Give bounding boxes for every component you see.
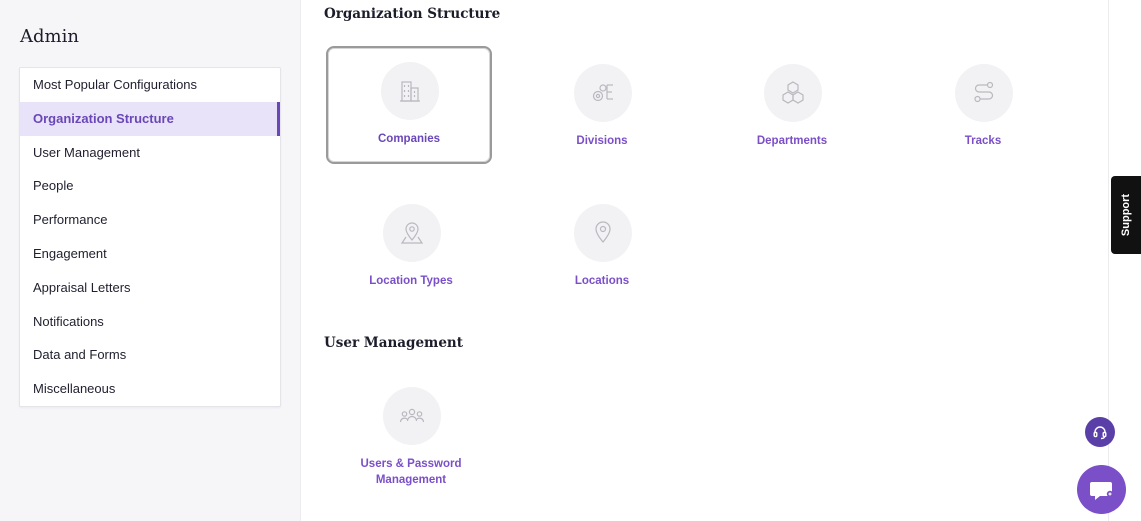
menu-item-performance[interactable]: Performance <box>20 203 280 237</box>
tile-label: Locations <box>574 275 630 287</box>
left-pane: Admin Most Popular Configurations Organi… <box>0 0 300 521</box>
tile-icon-circle <box>383 387 441 445</box>
tile-locations[interactable]: Locations <box>519 188 685 306</box>
tile-label: Divisions <box>576 135 628 147</box>
tile-label: Tracks <box>964 135 1002 147</box>
tile-icon-circle <box>381 62 439 120</box>
tile-users-password-management[interactable]: Users & Password Management <box>328 371 494 495</box>
chat-icon <box>1089 481 1113 500</box>
tile-label: Location Types <box>369 275 453 287</box>
map-pin-icon <box>400 222 424 244</box>
chat-button[interactable] <box>1077 465 1126 514</box>
gears-icon <box>592 84 613 102</box>
menu-item-most-popular[interactable]: Most Popular Configurations <box>20 68 280 102</box>
support-tab[interactable]: Support <box>1111 176 1141 254</box>
headset-button[interactable] <box>1085 417 1115 447</box>
page-title: Admin <box>20 26 79 47</box>
tile-icon-circle <box>764 64 822 122</box>
section-title-organization-structure: Organization Structure <box>324 6 501 22</box>
tile-icon-circle <box>574 64 632 122</box>
tile-divisions[interactable]: Divisions <box>519 48 685 166</box>
menu-item-organization-structure[interactable]: Organization Structure <box>20 101 280 136</box>
tile-label: Departments <box>756 135 828 147</box>
tile-icon-circle <box>955 64 1013 122</box>
route-icon <box>974 81 994 103</box>
tile-label: Companies <box>378 133 440 145</box>
tile-location-types[interactable]: Location Types <box>328 188 494 306</box>
section-title-user-management: User Management <box>324 335 463 351</box>
menu-item-notifications[interactable]: Notifications <box>20 305 280 339</box>
menu-item-people[interactable]: People <box>20 169 280 203</box>
tile-departments[interactable]: Departments <box>709 48 875 166</box>
menu-item-miscellaneous[interactable]: Miscellaneous <box>20 372 280 406</box>
main-content: Organization Structure Companies Divisio… <box>300 0 1109 521</box>
menu-item-data-and-forms[interactable]: Data and Forms <box>20 338 280 372</box>
headset-icon <box>1093 426 1107 440</box>
tile-icon-circle <box>574 204 632 262</box>
menu-item-appraisal-letters[interactable]: Appraisal Letters <box>20 271 280 305</box>
tile-label: Users & Password Management <box>360 458 462 486</box>
tile-companies[interactable]: Companies <box>326 46 492 164</box>
menu-item-engagement[interactable]: Engagement <box>20 237 280 271</box>
building-icon <box>400 81 420 102</box>
tile-icon-circle <box>383 204 441 262</box>
admin-menu: Most Popular Configurations Organization… <box>19 67 281 407</box>
support-label: Support <box>1120 193 1132 237</box>
users-group-icon <box>399 408 425 423</box>
location-pin-icon <box>595 221 611 243</box>
boxes-icon <box>782 81 804 104</box>
menu-item-user-management[interactable]: User Management <box>20 136 280 170</box>
tile-tracks[interactable]: Tracks <box>900 48 1066 166</box>
